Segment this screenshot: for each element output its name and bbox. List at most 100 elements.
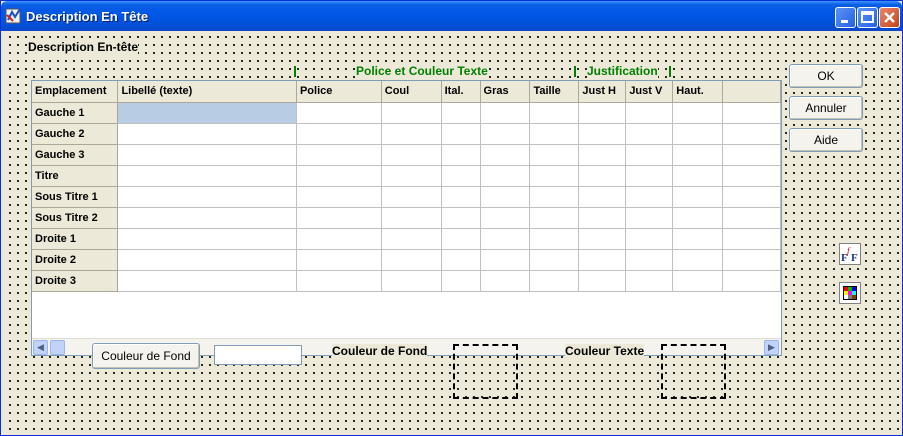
grid-cell[interactable]	[480, 249, 531, 271]
grid-cell[interactable]	[296, 249, 382, 271]
background-color-button[interactable]: Couleur de Fond	[92, 343, 200, 369]
row-header[interactable]: Sous Titre 1	[32, 186, 119, 208]
grid-cell[interactable]	[441, 270, 481, 292]
grid-cell[interactable]	[529, 165, 580, 187]
column-header[interactable]: Coul	[381, 81, 442, 103]
grid-cell[interactable]	[480, 144, 531, 166]
grid-cell[interactable]	[625, 165, 674, 187]
grid-cell[interactable]	[625, 249, 674, 271]
column-header[interactable]: Police	[296, 81, 382, 103]
ok-button[interactable]: OK	[789, 64, 863, 88]
grid-cell[interactable]	[529, 102, 580, 124]
grid-cell[interactable]	[117, 207, 297, 229]
grid-cell[interactable]	[672, 270, 724, 292]
scroll-thumb[interactable]	[50, 340, 65, 355]
grid-cell[interactable]	[117, 123, 297, 145]
grid-cell[interactable]	[381, 207, 442, 229]
grid-cell[interactable]	[480, 165, 531, 187]
grid-cell[interactable]	[441, 207, 481, 229]
grid-cell[interactable]	[529, 144, 580, 166]
grid-cell[interactable]	[381, 102, 442, 124]
grid-cell[interactable]	[529, 249, 580, 271]
background-color-swatch[interactable]	[453, 344, 518, 399]
row-header[interactable]: Gauche 1	[32, 102, 119, 124]
grid-cell[interactable]	[578, 270, 627, 292]
row-header[interactable]: Droite 2	[32, 249, 119, 271]
grid-cell[interactable]	[529, 270, 580, 292]
grid-cell[interactable]	[117, 228, 297, 250]
grid-cell[interactable]	[578, 102, 627, 124]
grid-cell[interactable]	[441, 102, 481, 124]
grid-cell[interactable]	[480, 123, 531, 145]
grid-cell[interactable]	[625, 144, 674, 166]
grid-cell[interactable]	[578, 249, 627, 271]
grid-cell[interactable]	[625, 207, 674, 229]
row-header[interactable]: Gauche 2	[32, 123, 119, 145]
scroll-left-icon[interactable]: ◀	[33, 340, 48, 355]
grid-cell[interactable]	[480, 102, 531, 124]
grid-cell[interactable]	[672, 165, 724, 187]
column-header[interactable]: Haut.	[672, 81, 724, 103]
maximize-button[interactable]	[857, 7, 878, 28]
grid-cell[interactable]	[441, 228, 481, 250]
grid-cell[interactable]	[480, 186, 531, 208]
column-header[interactable]: Just V	[625, 81, 674, 103]
grid-cell[interactable]	[441, 123, 481, 145]
row-header[interactable]: Gauche 3	[32, 144, 119, 166]
grid-cell[interactable]	[117, 102, 297, 124]
cancel-button[interactable]: Annuler	[789, 96, 863, 120]
row-header[interactable]: Droite 3	[32, 270, 119, 292]
grid-cell[interactable]	[578, 207, 627, 229]
grid-cell[interactable]	[381, 228, 442, 250]
grid-cell[interactable]	[672, 102, 724, 124]
scroll-right-icon[interactable]: ▶	[764, 340, 779, 355]
grid-cell[interactable]	[625, 186, 674, 208]
column-header[interactable]: Emplacement	[32, 81, 119, 103]
grid-cell[interactable]	[672, 249, 724, 271]
grid-cell[interactable]	[529, 228, 580, 250]
grid-cell[interactable]	[441, 249, 481, 271]
grid-cell[interactable]	[672, 207, 724, 229]
grid-cell[interactable]	[672, 144, 724, 166]
column-header[interactable]: Ital.	[441, 81, 481, 103]
grid-cell[interactable]	[625, 270, 674, 292]
title-bar[interactable]: Description En Tête	[1, 1, 902, 31]
grid-cell[interactable]	[381, 270, 442, 292]
grid-cell[interactable]	[441, 186, 481, 208]
grid-cell[interactable]	[117, 270, 297, 292]
grid-cell[interactable]	[480, 270, 531, 292]
column-header[interactable]: Libellé (texte)	[117, 81, 297, 103]
row-header[interactable]: Droite 1	[32, 228, 119, 250]
grid-cell[interactable]	[296, 144, 382, 166]
grid-cell[interactable]	[381, 123, 442, 145]
grid-cell[interactable]	[441, 165, 481, 187]
row-header[interactable]: Sous Titre 2	[32, 207, 119, 229]
grid-cell[interactable]	[296, 228, 382, 250]
column-header[interactable]: Just H	[578, 81, 627, 103]
grid-cell[interactable]	[381, 144, 442, 166]
grid-cell[interactable]	[672, 228, 724, 250]
grid-cell[interactable]	[441, 144, 481, 166]
grid-cell[interactable]	[578, 165, 627, 187]
grid-cell[interactable]	[578, 144, 627, 166]
grid-cell[interactable]	[117, 249, 297, 271]
grid-cell[interactable]	[296, 270, 382, 292]
row-header[interactable]: Titre	[32, 165, 119, 187]
grid-cell[interactable]	[296, 207, 382, 229]
close-button[interactable]	[879, 7, 900, 28]
grid-cell[interactable]	[296, 186, 382, 208]
grid-cell[interactable]	[296, 165, 382, 187]
grid-cell[interactable]	[529, 186, 580, 208]
color-palette-icon[interactable]	[839, 282, 861, 304]
grid-cell[interactable]	[296, 123, 382, 145]
grid-cell[interactable]	[529, 207, 580, 229]
font-icon[interactable]: F f F	[839, 243, 861, 265]
grid-cell[interactable]	[381, 186, 442, 208]
grid-cell[interactable]	[578, 186, 627, 208]
grid-cell[interactable]	[578, 228, 627, 250]
background-color-field[interactable]	[214, 345, 302, 365]
grid-cell[interactable]	[672, 123, 724, 145]
grid-cell[interactable]	[381, 165, 442, 187]
grid-cell[interactable]	[625, 123, 674, 145]
grid-cell[interactable]	[480, 207, 531, 229]
